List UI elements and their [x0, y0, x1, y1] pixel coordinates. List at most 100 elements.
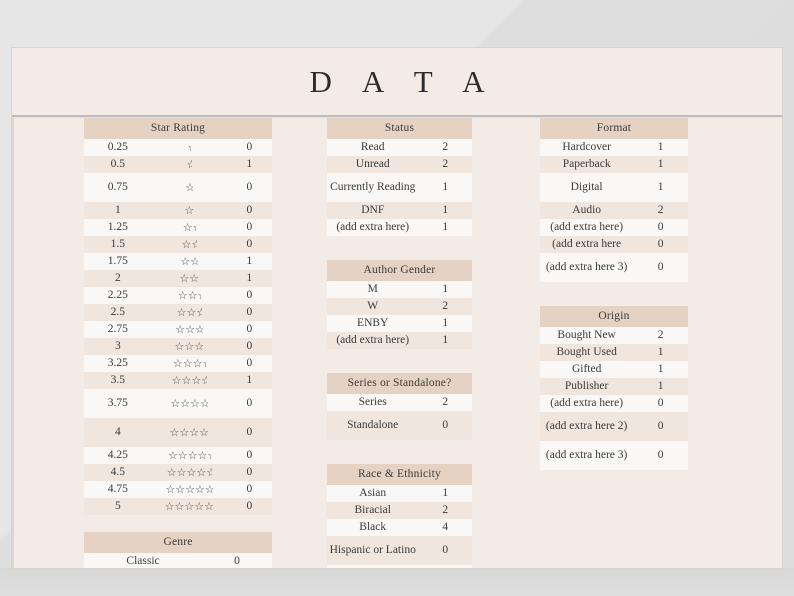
star-rating-value: 2.75: [84, 323, 152, 336]
star-rating-value: 1: [84, 204, 152, 217]
table-row[interactable]: Classic0: [84, 553, 272, 568]
row-label: M: [327, 281, 418, 298]
table-row[interactable]: M1: [327, 281, 472, 298]
table-row[interactable]: 1.25☆☆0: [84, 219, 272, 236]
partial-star-icon: ☆: [198, 289, 201, 302]
table-row[interactable]: 2☆☆1: [84, 270, 272, 287]
table-row[interactable]: Paperback1: [540, 156, 688, 173]
star-rating-icons: ☆☆: [152, 272, 227, 286]
table-body-author-gender: M1W2ENBY1(add extra here)1: [327, 281, 472, 349]
table-row[interactable]: 3.5☆☆☆☆1: [84, 372, 272, 389]
table-row[interactable]: Biracial2: [327, 502, 472, 519]
star-rating-value: 0.5: [84, 158, 152, 171]
row-count: 1: [633, 141, 688, 154]
table-row[interactable]: Indigenous0: [327, 565, 472, 568]
star-rating-icons: ☆☆☆☆: [152, 426, 227, 440]
table-row[interactable]: 0.75☆0: [84, 173, 272, 202]
table-row[interactable]: 1.5☆☆0: [84, 236, 272, 253]
star-rating-icons: ☆: [152, 204, 227, 218]
table-row[interactable]: 2.25☆☆☆0: [84, 287, 272, 304]
star-rating-count: 0: [227, 500, 272, 513]
star-rating-count: 0: [227, 483, 272, 496]
star-rating-value: 5: [84, 500, 152, 513]
table-row[interactable]: Hispanic or Latino0: [327, 536, 472, 565]
row-label: (add extra here): [327, 332, 418, 349]
table-row[interactable]: DNF1: [327, 202, 472, 219]
table-row[interactable]: Bought New2: [540, 327, 688, 344]
star-rating-count: 0: [227, 466, 272, 479]
star-rating-count: 1: [227, 255, 272, 268]
table-row[interactable]: 3.75☆☆☆☆0: [84, 389, 272, 418]
table-star-rating: Star Rating 0.25☆00.5☆10.75☆01☆01.25☆☆01…: [84, 118, 272, 515]
table-row[interactable]: 4☆☆☆☆0: [84, 418, 272, 447]
table-row[interactable]: ENBY1: [327, 315, 472, 332]
row-label: (add extra here): [540, 395, 633, 412]
row-count: 0: [418, 419, 472, 432]
table-body-origin: Bought New2Bought Used1Gifted1Publisher1…: [540, 327, 688, 470]
row-label: (add extra here: [540, 236, 633, 253]
star-rating-icons: ☆☆: [152, 238, 227, 252]
table-row[interactable]: 3☆☆☆0: [84, 338, 272, 355]
star-glyphs: ☆☆☆☆: [170, 397, 208, 411]
row-count: 2: [418, 504, 472, 517]
table-row[interactable]: (add extra here 3)0: [540, 441, 688, 470]
row-count: 1: [633, 158, 688, 171]
table-row[interactable]: 2.75☆☆☆0: [84, 321, 272, 338]
table-row[interactable]: 0.25☆0: [84, 139, 272, 156]
table-header-status: Status: [327, 118, 472, 139]
star-glyphs: ☆☆: [180, 255, 198, 269]
partial-star-icon: ☆: [193, 221, 196, 234]
table-row[interactable]: Publisher1: [540, 378, 688, 395]
table-row[interactable]: 1☆0: [84, 202, 272, 219]
row-count: 2: [418, 300, 472, 313]
partial-star-icon: ☆: [200, 397, 208, 410]
star-glyphs: ☆☆☆☆☆: [167, 466, 212, 480]
table-row[interactable]: Standalone0: [327, 411, 472, 440]
table-row[interactable]: Read2: [327, 139, 472, 156]
table-row[interactable]: (add extra here 3)0: [540, 253, 688, 282]
row-label: Indigenous: [327, 565, 418, 568]
column-left: Star Rating 0.25☆00.5☆10.75☆01☆01.25☆☆01…: [84, 118, 272, 568]
table-row[interactable]: Audio2: [540, 202, 688, 219]
table-row[interactable]: 3.25☆☆☆☆0: [84, 355, 272, 372]
table-body-race-ethnicity: Asian1Biracial2Black4Hispanic or Latino0…: [327, 485, 472, 568]
table-row[interactable]: W2: [327, 298, 472, 315]
table-row[interactable]: Currently Reading1: [327, 173, 472, 202]
star-rating-icons: ☆: [152, 158, 227, 172]
row-count: 0: [633, 397, 688, 410]
table-row[interactable]: Black4: [327, 519, 472, 536]
table-row[interactable]: (add extra here)0: [540, 395, 688, 412]
star-rating-icons: ☆☆☆☆☆: [152, 483, 227, 497]
table-row[interactable]: Asian1: [327, 485, 472, 502]
table-row[interactable]: Series2: [327, 394, 472, 411]
table-row[interactable]: 5☆☆☆☆☆0: [84, 498, 272, 515]
table-row[interactable]: 4.75☆☆☆☆☆0: [84, 481, 272, 498]
star-glyphs: ☆: [185, 181, 193, 195]
table-row[interactable]: Digital1: [540, 173, 688, 202]
table-row[interactable]: (add extra here 2)0: [540, 412, 688, 441]
row-count: 2: [633, 204, 688, 217]
table-header-genre: Genre: [84, 532, 272, 553]
table-row[interactable]: (add extra here)1: [327, 219, 472, 236]
table-row[interactable]: 4.25☆☆☆☆☆0: [84, 447, 272, 464]
table-row[interactable]: Bought Used1: [540, 344, 688, 361]
table-row[interactable]: Hardcover1: [540, 139, 688, 156]
table-row[interactable]: (add extra here)1: [327, 332, 472, 349]
table-row[interactable]: (add extra here0: [540, 236, 688, 253]
star-rating-count: 0: [227, 397, 272, 410]
table-row[interactable]: Gifted1: [540, 361, 688, 378]
row-label: Unread: [327, 156, 418, 173]
table-row[interactable]: 2.5☆☆☆0: [84, 304, 272, 321]
star-rating-count: 0: [227, 357, 272, 370]
table-row[interactable]: 0.5☆1: [84, 156, 272, 173]
table-row[interactable]: (add extra here)0: [540, 219, 688, 236]
row-count: 0: [418, 567, 472, 568]
star-glyphs: ☆☆☆☆: [170, 426, 209, 439]
row-count: 0: [202, 555, 272, 568]
row-count: 0: [633, 449, 688, 462]
table-row[interactable]: 1.75☆☆1: [84, 253, 272, 270]
partial-star-icon: ☆: [206, 466, 212, 479]
table-row[interactable]: Unread2: [327, 156, 472, 173]
row-count: 0: [418, 544, 472, 557]
table-row[interactable]: 4.5☆☆☆☆☆0: [84, 464, 272, 481]
